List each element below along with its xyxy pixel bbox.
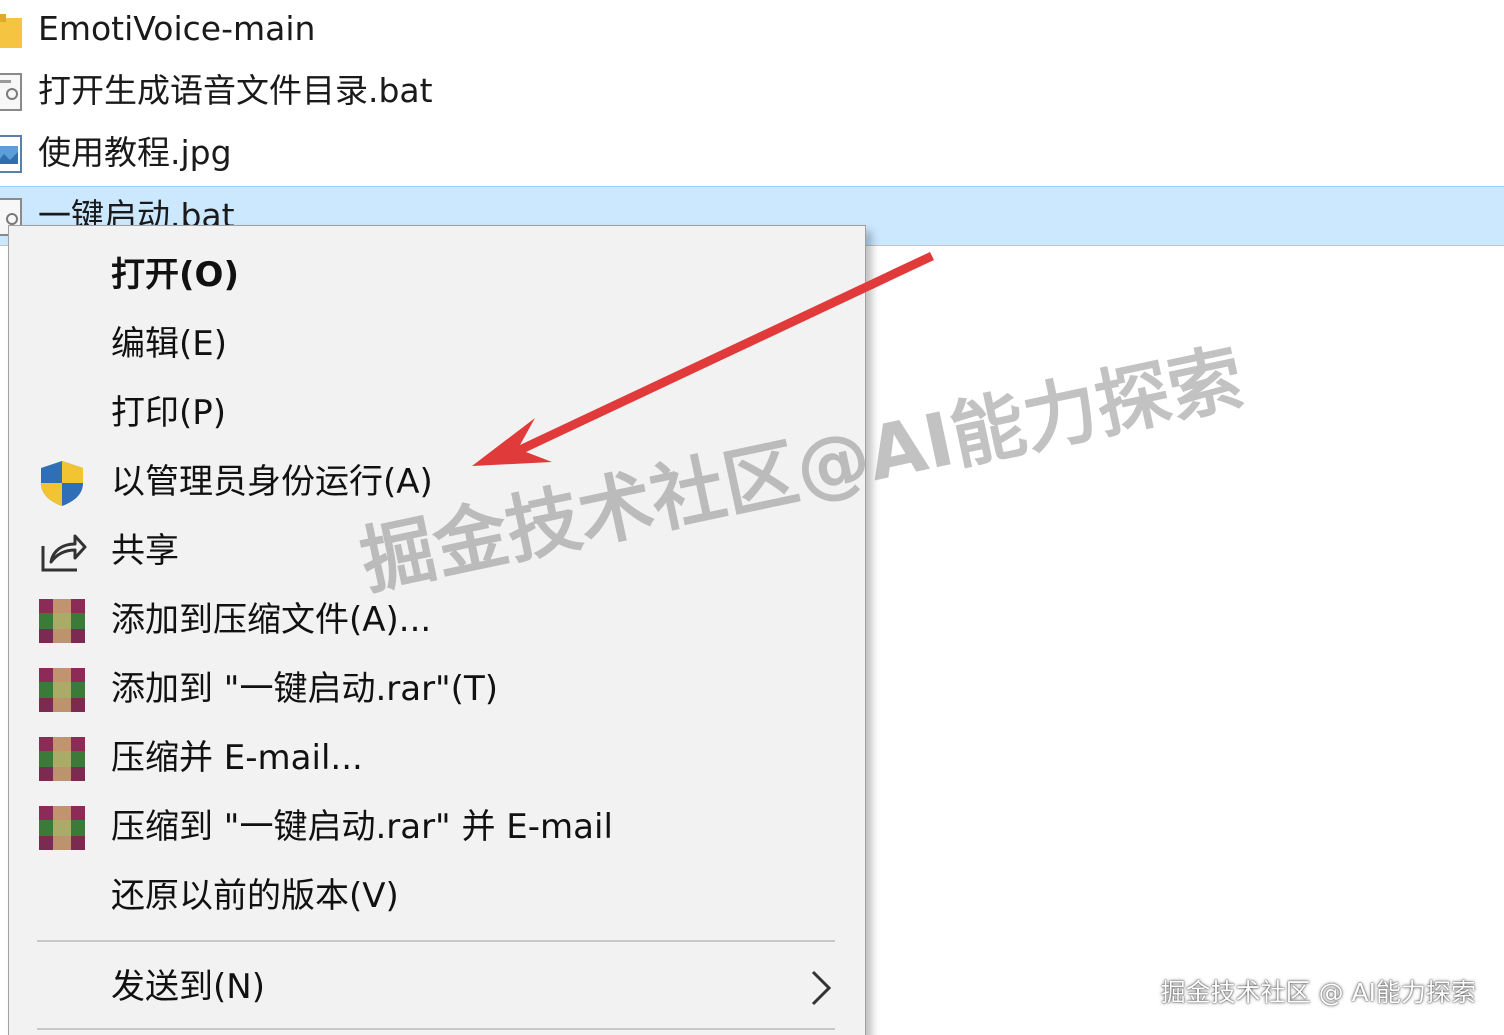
file-name: 打开生成语音文件目录.bat <box>38 71 433 110</box>
menu-item-label: 添加到 "一键启动.rar"(T) <box>111 669 498 709</box>
menu-item-compress-and-email[interactable]: 压缩并 E-mail... <box>9 725 865 791</box>
file-name: EmotiVoice-main <box>38 9 316 48</box>
menu-separator <box>37 1028 835 1030</box>
file-row-tutorial-jpg[interactable]: 使用教程.jpg <box>0 124 1504 184</box>
chevron-right-icon <box>811 970 832 1006</box>
menu-item-label: 压缩并 E-mail... <box>111 738 363 778</box>
menu-separator <box>37 940 835 942</box>
menu-item-send-to[interactable]: 发送到(N) <box>9 954 865 1020</box>
context-menu: 打开(O) 编辑(E) 打印(P) 以管理员身份运行(A) 共享 添加到压缩文件… <box>8 225 866 1035</box>
menu-item-add-to-archive[interactable]: 添加到压缩文件(A)... <box>9 587 865 653</box>
file-row-open-output-bat[interactable]: 打开生成语音文件目录.bat <box>0 62 1504 122</box>
menu-item-compress-to-rar-and-email[interactable]: 压缩到 "一键启动.rar" 并 E-mail <box>9 794 865 860</box>
winrar-icon <box>39 599 85 643</box>
menu-item-open[interactable]: 打开(O) <box>9 242 865 308</box>
image-file-icon <box>0 135 22 173</box>
menu-item-label: 共享 <box>111 531 179 571</box>
menu-item-edit[interactable]: 编辑(E) <box>9 311 865 377</box>
menu-item-label: 打开(O) <box>111 255 239 295</box>
menu-item-label: 压缩到 "一键启动.rar" 并 E-mail <box>111 807 613 847</box>
folder-icon <box>0 14 22 48</box>
winrar-icon <box>39 668 85 712</box>
menu-item-label: 还原以前的版本(V) <box>111 876 399 916</box>
winrar-icon <box>39 737 85 781</box>
explorer-window: EmotiVoice-main 打开生成语音文件目录.bat 使用教程.jpg … <box>0 0 1504 1035</box>
winrar-icon <box>39 806 85 850</box>
share-icon <box>41 534 87 572</box>
menu-item-label: 打印(P) <box>111 393 227 433</box>
uac-shield-icon <box>41 461 83 506</box>
menu-item-restore-previous-versions[interactable]: 还原以前的版本(V) <box>9 863 865 929</box>
footer-watermark-text: 掘金技术社区 @ AI能力探索 <box>1160 978 1476 1007</box>
file-name: 使用教程.jpg <box>38 133 232 172</box>
menu-item-add-to-rar[interactable]: 添加到 "一键启动.rar"(T) <box>9 656 865 722</box>
menu-item-label: 发送到(N) <box>111 967 265 1007</box>
menu-item-label: 编辑(E) <box>111 324 228 364</box>
file-row-emotivoice-main[interactable]: EmotiVoice-main <box>0 0 1504 60</box>
bat-file-icon <box>0 73 22 111</box>
